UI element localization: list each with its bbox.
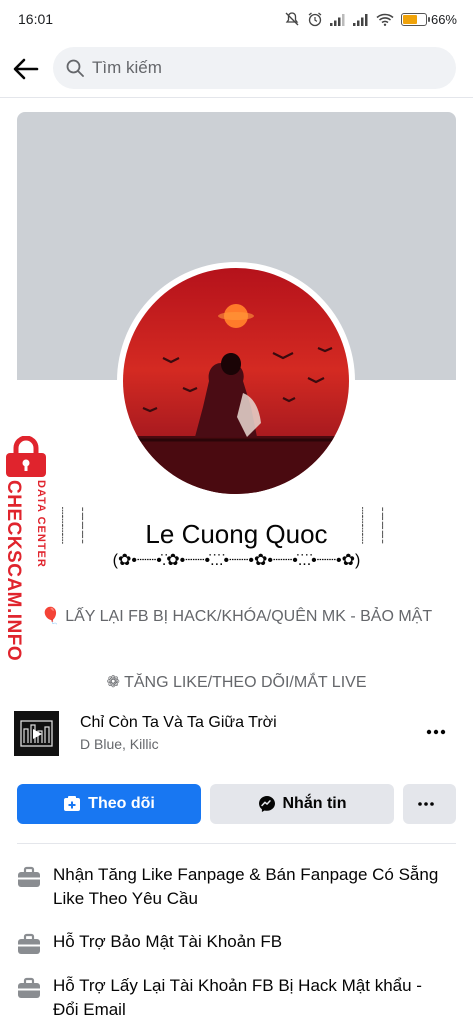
music-more-button[interactable] bbox=[423, 720, 449, 744]
briefcase-icon bbox=[18, 866, 40, 887]
watermark-text: DATA CENTER CHECKSCAM.INFO bbox=[3, 480, 47, 661]
album-art bbox=[14, 710, 59, 756]
svg-text:DATA CENTER: DATA CENTER bbox=[35, 480, 47, 568]
intro-item: Hỗ Trợ Lấy Lại Tài Khoản FB Bị Hack Mật … bbox=[17, 974, 457, 1022]
checkscam-watermark: DATA CENTER CHECKSCAM.INFO bbox=[2, 436, 50, 666]
battery-percent: 66% bbox=[430, 11, 457, 27]
music-info: Chỉ Còn Ta Và Ta Giữa Trời D Blue, Killi… bbox=[80, 714, 277, 752]
header bbox=[0, 44, 473, 94]
profile-music[interactable]: Chỉ Còn Ta Và Ta Giữa Trời D Blue, Killi… bbox=[14, 708, 459, 758]
header-divider bbox=[0, 97, 473, 98]
battery-indicator: 66% bbox=[400, 11, 457, 27]
section-divider bbox=[17, 843, 456, 844]
battery-icon bbox=[400, 12, 430, 26]
music-artist: D Blue, Killic bbox=[80, 736, 159, 752]
padlock-icon bbox=[6, 436, 46, 477]
profile-name: Le Cuong Quoc bbox=[145, 519, 328, 549]
message-button[interactable]: Nhắn tin bbox=[210, 784, 394, 824]
wifi-icon bbox=[376, 13, 394, 26]
intro-item: Nhận Tăng Like Fanpage & Bán Fanpage Có … bbox=[17, 863, 457, 911]
briefcase-icon bbox=[18, 977, 40, 998]
back-button[interactable] bbox=[0, 47, 52, 91]
follow-label: Theo dõi bbox=[88, 795, 155, 812]
profile-picture[interactable] bbox=[117, 262, 355, 500]
intro-text: Nhận Tăng Like Fanpage & Bán Fanpage Có … bbox=[53, 865, 439, 908]
album-art-image bbox=[14, 710, 59, 756]
intro-item: Hỗ Trợ Bảo Mật Tài Khoản FB bbox=[17, 930, 457, 955]
profile-name-block: ┊ ┊ ┊ ┊ ╎ ╎ ╎ ╎ ┊ ┊ ┊ ┊ ╎ ╎ ╎ ╎ Le Cuong Quoc (✿•┈┈•… bbox=[50, 508, 423, 578]
more-options-button[interactable] bbox=[403, 784, 456, 824]
profile-actions: Theo dõi Nhắn tin bbox=[17, 784, 456, 825]
more-dots-icon bbox=[418, 802, 434, 806]
back-arrow-icon bbox=[13, 58, 39, 80]
search-input[interactable] bbox=[92, 58, 412, 78]
mute-icon bbox=[285, 12, 299, 26]
message-label: Nhắn tin bbox=[282, 795, 347, 812]
briefcase-icon bbox=[18, 933, 40, 954]
name-decoration: (✿•┈┈•̇.̇✿•┈┈•̇.̇.̇.̇•┈┈•✿•┈┈•̇.̇.̇.̇•┈┈… bbox=[112, 552, 361, 569]
follow-button[interactable]: Theo dõi bbox=[17, 784, 201, 824]
intro-text: Hỗ Trợ Lấy Lại Tài Khoản FB Bị Hack Mật … bbox=[53, 976, 422, 1019]
search-icon bbox=[66, 59, 84, 77]
status-icons: 66% bbox=[284, 11, 457, 27]
more-dots-icon bbox=[426, 729, 446, 735]
search-bar[interactable] bbox=[53, 47, 456, 89]
music-title: Chỉ Còn Ta Và Ta Giữa Trời bbox=[80, 714, 277, 731]
status-time: 16:01 bbox=[18, 11, 54, 27]
signal-icon bbox=[329, 13, 345, 26]
intro-text: Hỗ Trợ Bảo Mật Tài Khoản FB bbox=[53, 932, 283, 951]
avatar-image bbox=[123, 268, 349, 494]
bio-line-1: 🎈 LẤY LẠI FB BỊ HACK/KHÓA/QUÊN MK - BẢO … bbox=[40, 608, 433, 625]
avatar-illustration bbox=[123, 268, 349, 494]
messenger-icon bbox=[258, 796, 275, 812]
battery-level bbox=[402, 14, 418, 24]
bio-line-2: ❁ TĂNG LIKE/THEO DÕI/MẮT LIVE bbox=[106, 674, 367, 691]
status-bar: 16:01 66% bbox=[0, 0, 473, 38]
signal-icon bbox=[352, 13, 368, 26]
svg-text:CHECKSCAM.INFO: CHECKSCAM.INFO bbox=[3, 480, 24, 661]
alarm-icon bbox=[308, 12, 322, 27]
follow-icon bbox=[64, 796, 81, 811]
